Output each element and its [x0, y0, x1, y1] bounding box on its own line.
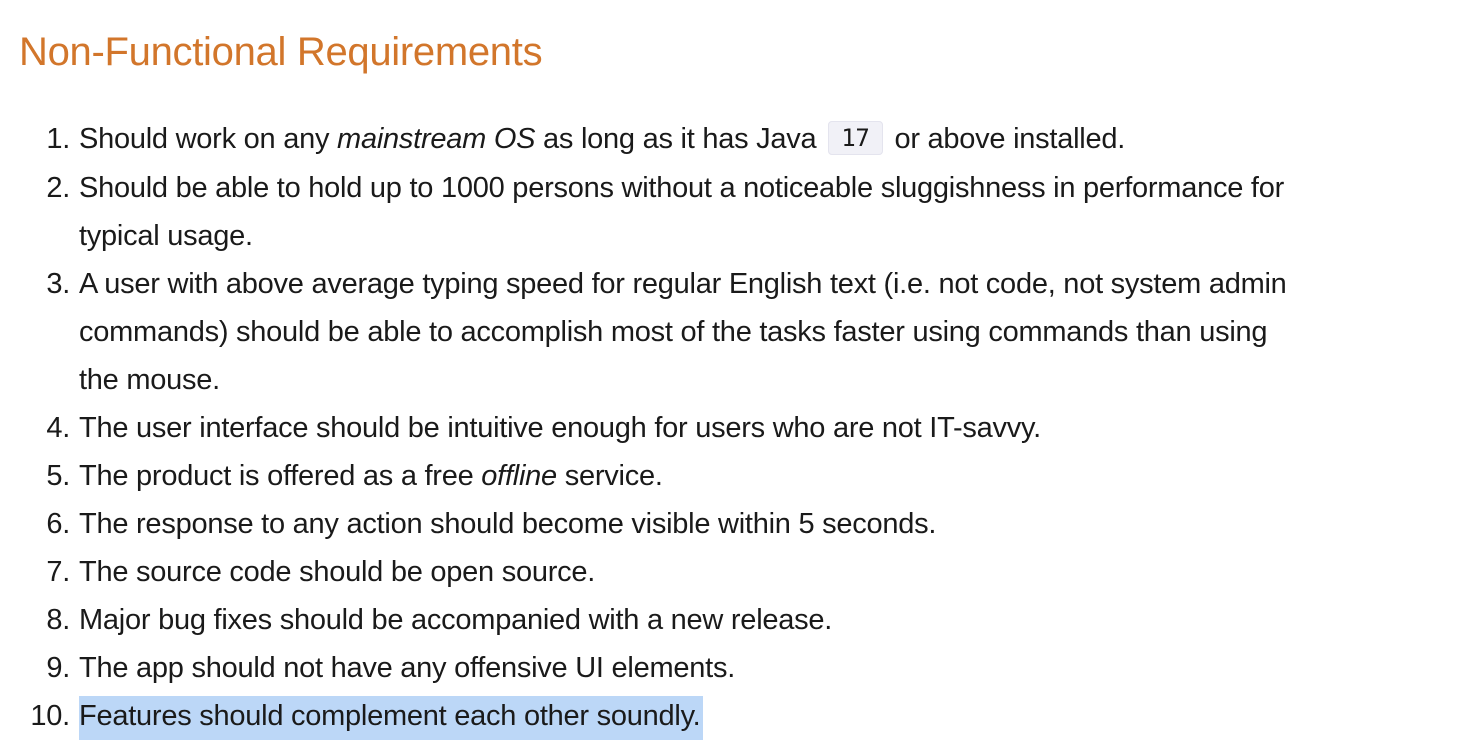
list-item: 9. The app should not have any offensive… — [0, 644, 1472, 692]
list-item-text[interactable]: Major bug fixes should be accompanied wi… — [79, 604, 832, 636]
list-item-text[interactable]: Should be able to hold up to 1000 person… — [79, 172, 1284, 252]
list-item-number: 3. — [46, 268, 70, 300]
text-segment: or above installed. — [886, 123, 1126, 155]
list-item: 10. Features should complement each othe… — [0, 692, 1472, 740]
text-segment: service. — [556, 460, 663, 492]
list-item: 6. The response to any action should bec… — [0, 500, 1472, 548]
list-item-number: 9. — [46, 652, 70, 684]
document-page: Non-Functional Requirements 1. Should wo… — [0, 0, 1472, 748]
text-line: Should be able to hold up to 1000 person… — [79, 172, 1284, 204]
list-item-text[interactable]: The source code should be open source. — [79, 556, 595, 588]
list-item: 4. The user interface should be intuitiv… — [0, 404, 1472, 452]
list-item-number: 6. — [46, 508, 70, 540]
list-item-number: 8. — [46, 604, 70, 636]
list-item-number: 4. — [46, 412, 70, 444]
text-line: the mouse. — [79, 364, 220, 396]
text-segment: as long as it has Java — [535, 123, 825, 155]
section-heading: Non-Functional Requirements — [19, 30, 543, 74]
list-item-number: 7. — [46, 556, 70, 588]
list-item-text[interactable]: A user with above average typing speed f… — [79, 268, 1287, 396]
list-item-text[interactable]: The product is offered as a free offline… — [79, 460, 663, 492]
list-item: 8. Major bug fixes should be accompanied… — [0, 596, 1472, 644]
emphasis-text: offline — [481, 460, 557, 492]
list-item-number: 10. — [30, 700, 70, 732]
list-item: 1. Should work on any mainstream OS as l… — [0, 115, 1472, 164]
inline-code: 17 — [828, 121, 883, 155]
list-item-text[interactable]: The app should not have any offensive UI… — [79, 652, 735, 684]
text-segment: Should work on any — [79, 123, 338, 155]
emphasis-text: mainstream OS — [337, 123, 536, 155]
list-item-number: 2. — [46, 172, 70, 204]
list-item-text[interactable]: The user interface should be intuitive e… — [79, 412, 1041, 444]
text-line: commands) should be able to accomplish m… — [79, 316, 1268, 348]
requirements-list: 1. Should work on any mainstream OS as l… — [0, 115, 1472, 740]
list-item: 5. The product is offered as a free offl… — [0, 452, 1472, 500]
text-line: A user with above average typing speed f… — [79, 268, 1287, 300]
list-item: 2. Should be able to hold up to 1000 per… — [0, 164, 1472, 260]
list-item: 7. The source code should be open source… — [0, 548, 1472, 596]
list-item-number: 1. — [46, 123, 70, 155]
list-item-text[interactable]: Should work on any mainstream OS as long… — [79, 121, 1126, 155]
list-item-text[interactable]: The response to any action should become… — [79, 508, 936, 540]
text-segment: The product is offered as a free — [79, 460, 482, 492]
list-item-number: 5. — [46, 460, 70, 492]
text-line: typical usage. — [79, 220, 253, 252]
selected-text[interactable]: Features should complement each other so… — [79, 696, 703, 740]
list-item: 3. A user with above average typing spee… — [0, 260, 1472, 404]
